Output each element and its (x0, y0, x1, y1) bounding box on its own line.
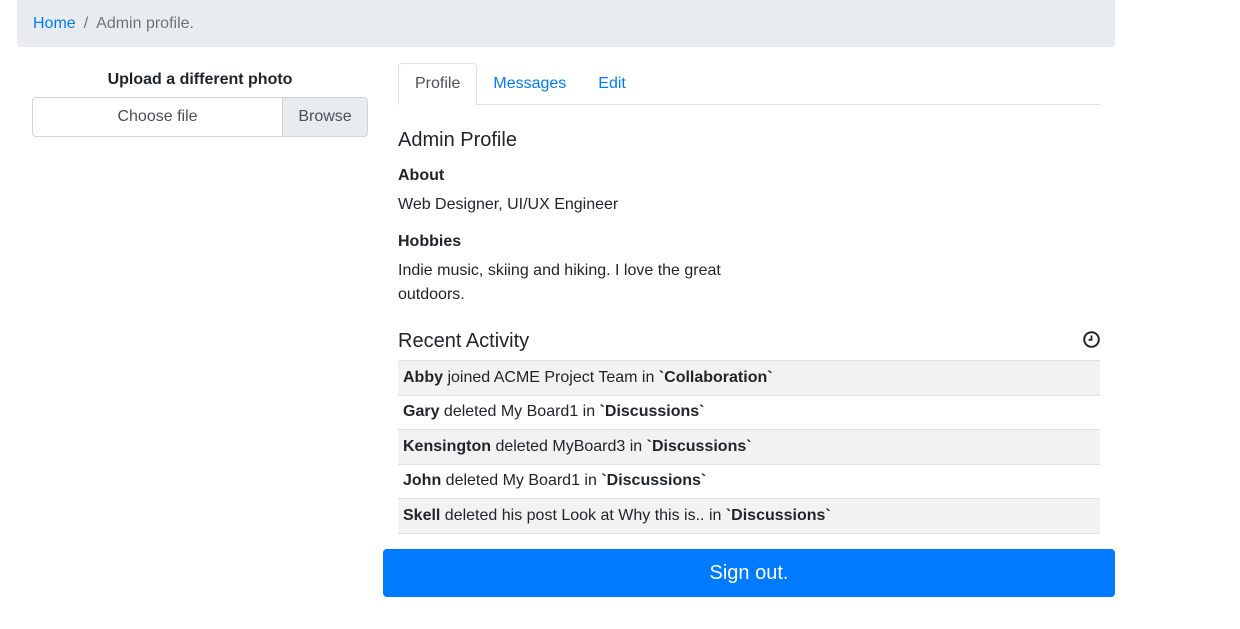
photo-file-input[interactable]: Choose file Browse (32, 97, 368, 137)
activity-user: Abby (403, 368, 443, 386)
activity-place: `Discussions` (601, 472, 707, 490)
hobbies-text-line-1: Indie music, skiing and hiking. I love t… (398, 262, 721, 279)
breadcrumb-home-link[interactable]: Home (33, 15, 76, 33)
tab-messages[interactable]: Messages (477, 63, 582, 105)
activity-action: deleted his post Look at Why this is.. i… (440, 506, 726, 524)
recent-activity-list: Abby joined ACME Project Team in `Collab… (398, 360, 1100, 534)
breadcrumb-current: Admin profile. (96, 14, 194, 32)
breadcrumb-separator: / (83, 14, 89, 32)
activity-user: Skell (403, 506, 441, 524)
sign-out-button[interactable]: Sign out. (383, 549, 1115, 597)
profile-heading: Admin Profile (398, 129, 517, 151)
activity-row: Abby joined ACME Project Team in `Collab… (398, 361, 1100, 396)
about-label: About (398, 167, 445, 184)
recent-activity-heading: Recent Activity (398, 330, 530, 352)
activity-user: John (403, 472, 442, 490)
tab-profile[interactable]: Profile (398, 63, 478, 105)
hobbies-label: Hobbies (398, 233, 462, 250)
activity-action: deleted MyBoard3 in (491, 437, 647, 455)
activity-user: Kensington (403, 437, 491, 455)
browse-button[interactable]: Browse (282, 98, 367, 136)
activity-row: Kensington deleted MyBoard3 in `Discussi… (398, 430, 1100, 465)
about-text: Web Designer, UI/UX Engineer (398, 196, 619, 213)
upload-photo-title: Upload a different photo (107, 71, 293, 88)
tab-edit[interactable]: Edit (582, 63, 642, 105)
profile-tabs: Profile Messages Edit (398, 63, 1100, 105)
file-input-label[interactable]: Choose file (33, 98, 282, 136)
breadcrumb: Home / Admin profile. (17, 0, 1115, 47)
activity-place: `Discussions` (725, 506, 831, 524)
clock-icon (1083, 331, 1100, 348)
activity-place: `Discussions` (646, 437, 752, 455)
activity-place: `Collaboration` (658, 368, 773, 386)
activity-user: Gary (403, 403, 440, 421)
activity-place: `Discussions` (599, 403, 705, 421)
activity-row: John deleted My Board1 in `Discussions` (398, 465, 1100, 499)
activity-row: Gary deleted My Board1 in `Discussions` (398, 396, 1100, 430)
hobbies-text-line-2: outdoors. (398, 286, 465, 303)
activity-row: Skell deleted his post Look at Why this … (398, 499, 1100, 534)
activity-action: deleted My Board1 in (439, 403, 600, 421)
activity-action: joined ACME Project Team in (443, 368, 659, 386)
activity-action: deleted My Board1 in (441, 472, 602, 490)
